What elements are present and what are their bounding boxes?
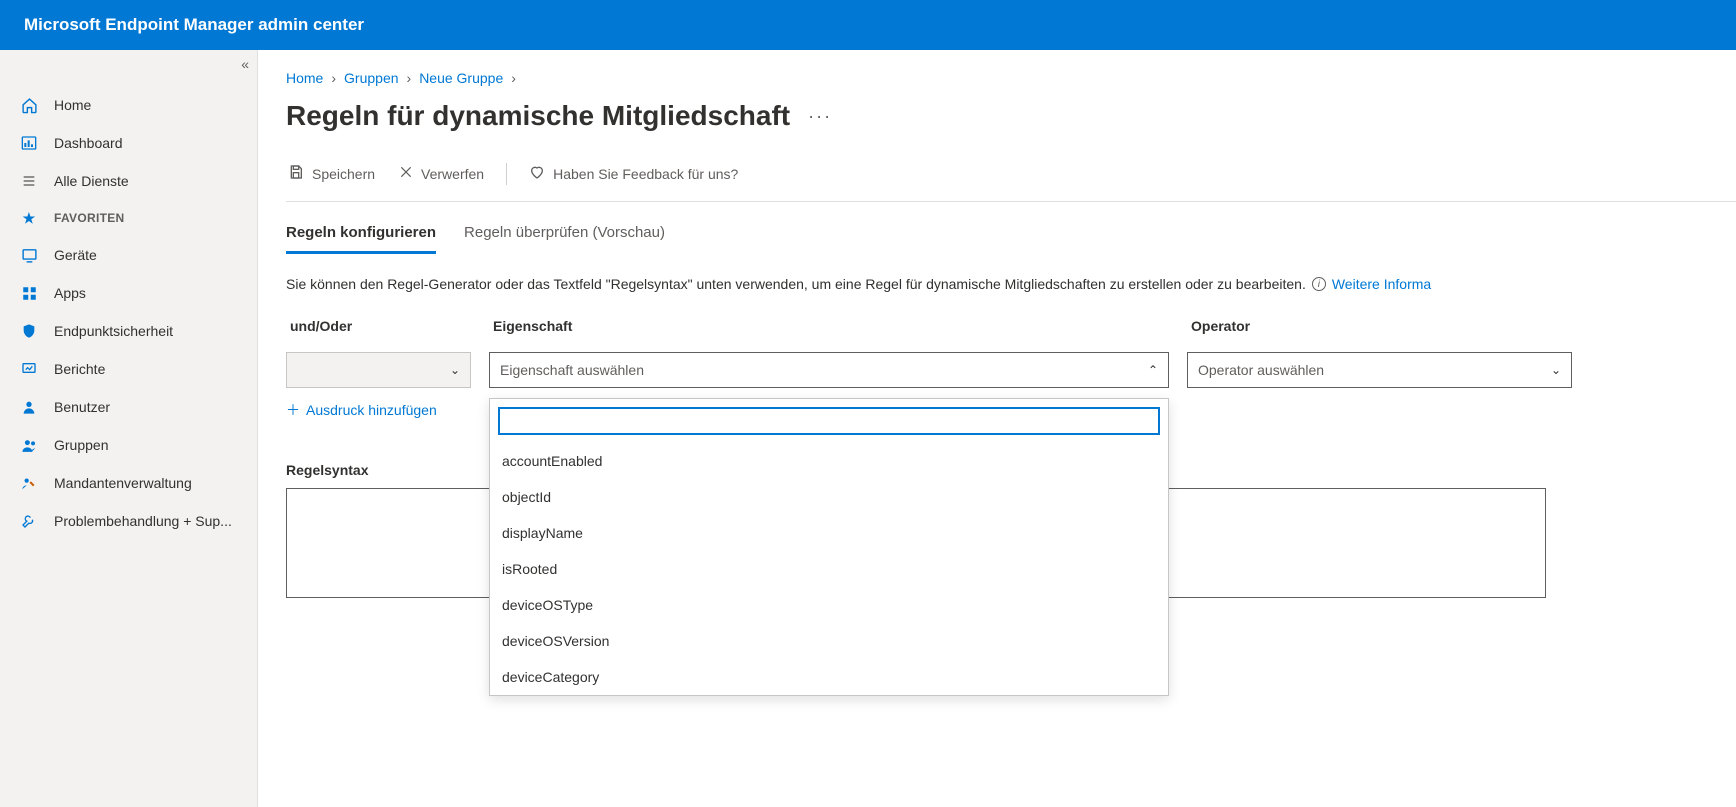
- toolbar: Speichern Verwerfen Haben Sie Feedback f…: [286, 160, 1736, 202]
- close-icon: [399, 165, 413, 182]
- devices-icon: [18, 247, 40, 264]
- andor-select[interactable]: ⌄: [286, 352, 471, 388]
- sidebar-item-all-services[interactable]: Alle Dienste: [0, 162, 257, 200]
- dashboard-icon: [18, 135, 40, 151]
- sidebar-item-label: Home: [54, 97, 91, 113]
- star-icon: ★: [18, 210, 40, 227]
- home-icon: [18, 97, 40, 114]
- sidebar-item-home[interactable]: Home: [0, 86, 257, 124]
- sidebar-item-endpoint-security[interactable]: Endpunktsicherheit: [0, 312, 257, 350]
- main-content: Home › Gruppen › Neue Gruppe › Regeln fü…: [258, 50, 1736, 807]
- sidebar: « Home Dashboard Alle Dienste: [0, 50, 258, 807]
- dropdown-option[interactable]: objectId: [490, 479, 1168, 515]
- operator-placeholder: Operator auswählen: [1198, 362, 1324, 378]
- dropdown-option[interactable]: deviceOSType: [490, 587, 1168, 623]
- tenant-icon: [18, 475, 40, 492]
- sidebar-item-label: Alle Dienste: [54, 173, 129, 189]
- sidebar-item-label: Geräte: [54, 247, 97, 263]
- wrench-icon: [18, 513, 40, 529]
- chevron-up-icon: ⌃: [1148, 363, 1158, 377]
- dropdown-option[interactable]: deviceCategory: [490, 659, 1168, 695]
- dropdown-option[interactable]: isRooted: [490, 551, 1168, 587]
- list-icon: [18, 173, 40, 189]
- property-placeholder: Eigenschaft auswählen: [500, 362, 644, 378]
- heart-icon: [529, 164, 545, 183]
- breadcrumb-groups[interactable]: Gruppen: [344, 70, 398, 86]
- breadcrumb-new-group[interactable]: Neue Gruppe: [419, 70, 503, 86]
- sidebar-item-label: Benutzer: [54, 399, 110, 415]
- chevron-down-icon: ⌄: [1551, 363, 1561, 377]
- rule-table: und/Oder ⌄ ＋ Ausdruck hinzufügen Regelsy…: [286, 318, 1736, 598]
- chevron-down-icon: ⌄: [450, 363, 460, 377]
- sidebar-item-label: Apps: [54, 285, 86, 301]
- sidebar-item-troubleshoot[interactable]: Problembehandlung + Sup...: [0, 502, 257, 540]
- sidebar-item-label: Mandantenverwaltung: [54, 475, 192, 491]
- sidebar-item-reports[interactable]: Berichte: [0, 350, 257, 388]
- sidebar-item-label: Gruppen: [54, 437, 108, 453]
- col-header-property: Eigenschaft: [489, 318, 1169, 334]
- dropdown-option[interactable]: deviceOSVersion: [490, 623, 1168, 659]
- more-icon[interactable]: ···: [808, 106, 832, 127]
- sidebar-item-groups[interactable]: Gruppen: [0, 426, 257, 464]
- toolbar-label: Haben Sie Feedback für uns?: [553, 166, 738, 182]
- chevron-right-icon: ›: [331, 70, 336, 86]
- toolbar-label: Verwerfen: [421, 166, 484, 182]
- chevron-right-icon: ›: [407, 70, 412, 86]
- tab-configure-rules[interactable]: Regeln konfigurieren: [286, 224, 436, 254]
- hint-text: Sie können den Regel-Generator oder das …: [286, 276, 1306, 292]
- add-expression-button[interactable]: ＋ Ausdruck hinzufügen: [286, 400, 471, 420]
- property-select[interactable]: Eigenschaft auswählen ⌃: [489, 352, 1169, 388]
- operator-select[interactable]: Operator auswählen ⌄: [1187, 352, 1572, 388]
- sidebar-item-tenant-admin[interactable]: Mandantenverwaltung: [0, 464, 257, 502]
- property-search-input[interactable]: [498, 407, 1160, 435]
- sidebar-favorites-header: ★ FAVORITEN: [0, 200, 257, 236]
- sidebar-item-label: Endpunktsicherheit: [54, 323, 173, 339]
- sidebar-item-label: Problembehandlung + Sup...: [54, 513, 232, 529]
- more-info-link[interactable]: Weitere Informa: [1332, 276, 1431, 292]
- breadcrumb-home[interactable]: Home: [286, 70, 323, 86]
- add-expression-label: Ausdruck hinzufügen: [306, 402, 437, 418]
- dropdown-option[interactable]: accountEnabled: [490, 443, 1168, 479]
- sidebar-item-dashboard[interactable]: Dashboard: [0, 124, 257, 162]
- col-header-andor: und/Oder: [286, 318, 471, 334]
- sidebar-item-label: Berichte: [54, 361, 105, 377]
- save-button[interactable]: Speichern: [286, 160, 377, 187]
- apps-icon: [18, 286, 40, 301]
- dropdown-option[interactable]: displayName: [490, 515, 1168, 551]
- page-title: Regeln für dynamische Mitgliedschaft: [286, 100, 790, 132]
- shield-icon: [18, 323, 40, 339]
- tabs: Regeln konfigurieren Regeln überprüfen (…: [286, 224, 1736, 254]
- app-title: Microsoft Endpoint Manager admin center: [24, 15, 364, 35]
- sidebar-item-label: Dashboard: [54, 135, 123, 151]
- toolbar-divider: [506, 163, 507, 185]
- hint-text-row: Sie können den Regel-Generator oder das …: [286, 276, 1736, 292]
- col-header-operator: Operator: [1187, 318, 1572, 334]
- rule-syntax-label: Regelsyntax: [286, 462, 471, 478]
- sidebar-header-label: FAVORITEN: [54, 211, 124, 225]
- collapse-sidebar-icon[interactable]: «: [241, 56, 249, 72]
- property-dropdown: accountEnabled objectId displayName isRo…: [489, 398, 1169, 696]
- group-icon: [18, 437, 40, 454]
- save-icon: [288, 164, 304, 183]
- breadcrumb: Home › Gruppen › Neue Gruppe ›: [286, 70, 1736, 86]
- sidebar-item-devices[interactable]: Geräte: [0, 236, 257, 274]
- reports-icon: [18, 361, 40, 377]
- tab-validate-rules[interactable]: Regeln überprüfen (Vorschau): [464, 224, 665, 254]
- discard-button[interactable]: Verwerfen: [397, 161, 486, 186]
- info-icon[interactable]: i: [1312, 277, 1326, 291]
- chevron-right-icon: ›: [511, 70, 516, 86]
- sidebar-item-apps[interactable]: Apps: [0, 274, 257, 312]
- user-icon: [18, 399, 40, 415]
- feedback-button[interactable]: Haben Sie Feedback für uns?: [527, 160, 740, 187]
- top-bar: Microsoft Endpoint Manager admin center: [0, 0, 1736, 50]
- sidebar-item-users[interactable]: Benutzer: [0, 388, 257, 426]
- plus-icon: ＋: [286, 400, 300, 420]
- toolbar-label: Speichern: [312, 166, 375, 182]
